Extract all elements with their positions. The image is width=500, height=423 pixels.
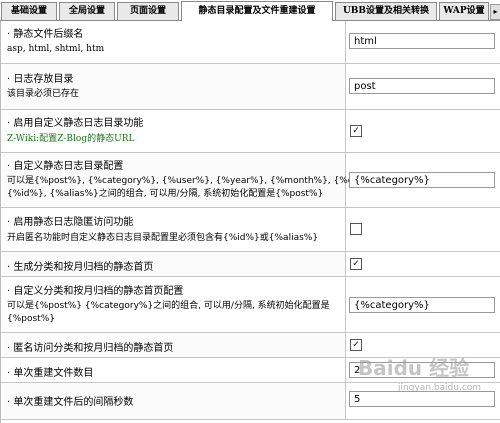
- setting-title: · 静态文件后缀名: [7, 29, 84, 40]
- setting-row-category-index-config: · 自定义分类和按月归档的静态首页配置 可以是{%post%} {%catego…: [1, 277, 500, 333]
- setting-title: · 启用自定义静态日志目录功能: [7, 118, 144, 129]
- anonymous-category-index-checkbox[interactable]: ✓: [350, 339, 362, 351]
- setting-title: · 启用静态日志隐匿访问功能: [7, 217, 134, 228]
- enable-anonymous-access-checkbox[interactable]: [350, 223, 362, 235]
- setting-description-line1: 可以是{%post%} {%category%}之间的组合, 可以用/分隔, 系…: [7, 301, 330, 311]
- setting-description-line2: {%post%}: [7, 314, 55, 324]
- tab-scroll-right-icon[interactable]: ▸: [490, 4, 500, 20]
- enable-custom-static-dir-checkbox[interactable]: ✓: [350, 125, 362, 137]
- tab-ubb[interactable]: UBB设置及相关转换: [335, 2, 437, 20]
- setting-title: · 匿名访问分类和按月归档的静态首页: [7, 343, 174, 354]
- setting-description: 该目录必须已存在: [7, 89, 80, 99]
- setting-title: · 自定义静态日志目录配置: [7, 161, 124, 172]
- setting-row-custom-static-dir: · 启用自定义静态日志目录功能 Z-Wiki:配置Z-Blog的静态URL ✓: [1, 110, 500, 153]
- setting-description-line2: {%id%}, {%alias%}之间的组合, 可以用/分隔, 系统初始化配置是…: [7, 189, 324, 199]
- setting-row-generate-category-index: · 生成分类和按月归档的静态首页 ✓: [1, 252, 500, 277]
- static-dir-config-input[interactable]: {%category%}: [349, 172, 495, 188]
- setting-row-file-suffix: · 静态文件后缀名 asp, html, shtml, htm html: [1, 21, 500, 64]
- setting-description: asp, html, shtml, htm: [7, 44, 105, 54]
- setting-description: 开启匿名功能时自定义静态日志目录配置里必须包含有{%id%}或{%alias%}: [7, 233, 319, 243]
- post-directory-input[interactable]: post: [349, 78, 495, 94]
- tab-static-directory[interactable]: 静态目录配置及文件重建设置: [181, 1, 333, 21]
- setting-title: · 单次重建文件后的间隔秒数: [7, 397, 134, 408]
- setting-title: · 自定义分类和按月归档的静态首页配置: [7, 286, 184, 297]
- tab-basic[interactable]: 基础设置: [1, 2, 57, 20]
- setting-title: · 单次重建文件数目: [7, 368, 94, 379]
- tab-wap[interactable]: WAP设置: [439, 2, 489, 20]
- rebuild-interval-input[interactable]: 5: [349, 391, 495, 407]
- setting-row-post-directory: · 日志存放目录 该目录必须已存在 post: [1, 64, 500, 110]
- setting-description-line1: 可以是{%post%}, {%category%}, {%user%}, {%y…: [7, 176, 382, 186]
- baidu-watermark: Baidu 经验: [358, 356, 470, 380]
- generate-category-index-checkbox[interactable]: ✓: [350, 258, 362, 270]
- setting-row-static-dir-config: · 自定义静态日志目录配置 可以是{%post%}, {%category%},…: [1, 153, 500, 208]
- settings-tab-bar: 基础设置 全局设置 页面设置 静态目录配置及文件重建设置 UBB设置及相关转换 …: [0, 0, 500, 21]
- setting-title: · 日志存放目录: [7, 74, 74, 85]
- baidu-watermark-url: jingyan.baidu.com: [398, 383, 482, 393]
- file-suffix-input[interactable]: html: [349, 33, 495, 49]
- tab-global[interactable]: 全局设置: [59, 2, 115, 20]
- tab-page[interactable]: 页面设置: [117, 2, 179, 20]
- zwiki-static-url-link[interactable]: Z-Wiki:配置Z-Blog的静态URL: [7, 133, 134, 145]
- category-index-config-input[interactable]: {%category%}: [349, 297, 495, 313]
- setting-title: · 生成分类和按月归档的静态首页: [7, 262, 154, 273]
- setting-row-anonymous-access: · 启用静态日志隐匿访问功能 开启匿名功能时自定义静态日志目录配置里必须包含有{…: [1, 208, 500, 252]
